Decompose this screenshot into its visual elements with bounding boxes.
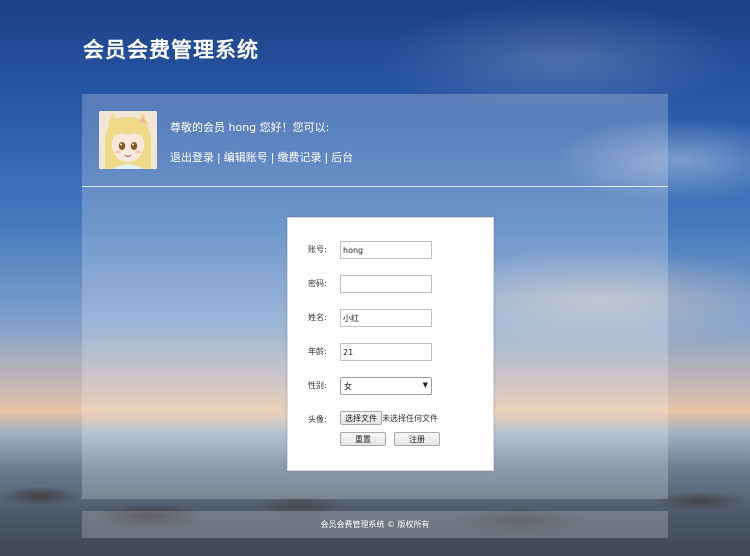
avatar-image xyxy=(99,111,157,169)
payment-records-link[interactable]: 缴费记录 xyxy=(277,151,321,164)
name-row: 姓名: xyxy=(308,309,488,327)
gender-row: 性别: 女 ▼ xyxy=(308,377,488,395)
logout-link[interactable]: 退出登录 xyxy=(170,151,214,164)
choose-file-button[interactable]: 选择文件 xyxy=(340,411,382,425)
link-separator: | xyxy=(270,151,275,164)
site-title: 会员会费管理系统 xyxy=(83,38,259,62)
link-separator: | xyxy=(324,151,329,164)
gender-label: 性别: xyxy=(308,381,327,390)
age-label: 年龄: xyxy=(308,347,327,356)
admin-link[interactable]: 后台 xyxy=(331,151,353,164)
account-label: 账号: xyxy=(308,245,327,254)
name-label: 姓名: xyxy=(308,313,327,322)
password-row: 密码: xyxy=(308,275,488,293)
user-links: 退出登录 | 编辑账号 | 缴费记录 | 后台 xyxy=(170,149,353,165)
password-label: 密码: xyxy=(308,279,327,288)
gender-selected-value: 女 xyxy=(344,382,352,391)
main-panel: 尊敬的会员 hong 您好！您可以: 退出登录 | 编辑账号 | 缴费记录 | 后台 账号:… xyxy=(82,94,668,499)
greeting-text: 尊敬的会员 hong 您好！您可以: xyxy=(170,121,330,134)
user-avatar xyxy=(99,111,157,169)
link-separator: | xyxy=(217,151,221,164)
gender-select[interactable]: 女 ▼ xyxy=(340,377,432,395)
register-button[interactable]: 注册 xyxy=(394,432,440,446)
edit-account-link[interactable]: 编辑账号 xyxy=(224,151,268,164)
account-row: 账号: xyxy=(308,241,488,259)
avatar-label: 头像: xyxy=(308,415,327,424)
file-status-text: 未选择任何文件 xyxy=(382,414,438,423)
reset-button[interactable]: 重置 xyxy=(340,432,386,446)
profile-form: 账号: 密码: 姓名: 年龄: 性别: 女 ▼ xyxy=(287,217,494,471)
dropdown-arrow-icon: ▼ xyxy=(422,381,428,389)
name-input[interactable] xyxy=(340,309,432,327)
header-divider xyxy=(82,186,668,187)
account-input[interactable] xyxy=(340,241,432,259)
age-row: 年龄: xyxy=(308,343,488,361)
page-footer: 会员会费管理系统 © 版权所有 xyxy=(82,511,668,538)
password-input[interactable] xyxy=(340,275,432,293)
age-input[interactable] xyxy=(340,343,432,361)
avatar-row: 头像: 选择文件 未选择任何文件 xyxy=(308,411,488,429)
page-background: 会员会费管理系统 尊敬的会员 hong 您好！您可以: 退出登录 | 编辑账号 … xyxy=(0,0,750,556)
